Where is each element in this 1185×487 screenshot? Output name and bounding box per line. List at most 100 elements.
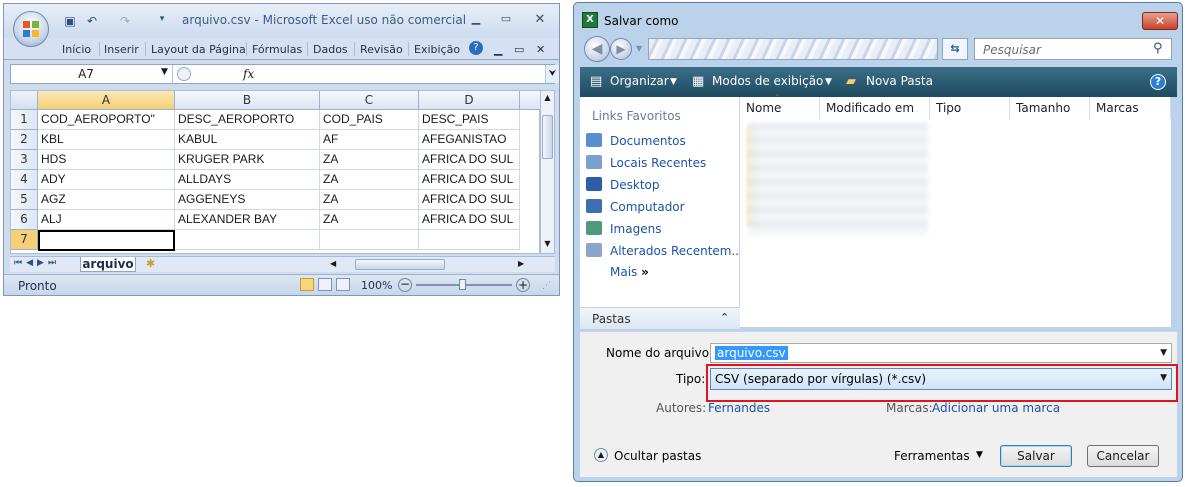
favorite-desktop[interactable]: Desktop: [586, 177, 660, 197]
column-header-c[interactable]: C: [320, 91, 419, 110]
address-bar[interactable]: [648, 38, 938, 60]
tab-inserir[interactable]: Inserir: [104, 43, 139, 56]
tab-inicio[interactable]: Início: [62, 43, 91, 56]
table-cell[interactable]: AFRICA DO SUL: [419, 210, 520, 230]
table-cell[interactable]: AFRICA DO SUL: [419, 150, 520, 170]
row-header[interactable]: 5: [11, 190, 38, 210]
row-header[interactable]: 7: [11, 230, 38, 250]
tools-button[interactable]: Ferramentas: [894, 449, 970, 463]
chevron-down-icon[interactable]: ▼: [976, 450, 983, 460]
cancel-button[interactable]: Cancelar: [1087, 445, 1159, 467]
row-header[interactable]: 3: [11, 150, 38, 170]
chevron-down-icon[interactable]: ▼: [161, 67, 168, 77]
search-input[interactable]: Pesquisar ⚲: [974, 38, 1172, 60]
help-icon[interactable]: ?: [469, 41, 483, 55]
back-button[interactable]: ◀: [584, 36, 610, 62]
favorite-documentos[interactable]: Documentos: [586, 133, 686, 153]
dialog-close-button[interactable]: ✕: [1142, 12, 1178, 30]
search-icon[interactable]: ⚲: [1153, 41, 1163, 56]
name-box[interactable]: A7 ▼: [11, 65, 173, 83]
tab-dados[interactable]: Dados: [313, 43, 348, 56]
table-cell[interactable]: ZA: [320, 190, 419, 210]
hscroll-right-icon[interactable]: ▶: [518, 259, 530, 270]
scroll-down-icon[interactable]: ▼: [542, 239, 553, 249]
ribbon-close-icon[interactable]: ✕: [536, 43, 545, 56]
filename-input[interactable]: arquivo.csv ▼: [710, 343, 1172, 363]
column-header-b[interactable]: B: [175, 91, 320, 110]
table-cell[interactable]: ZA: [320, 170, 419, 190]
table-cell[interactable]: DESC_PAIS: [419, 110, 520, 130]
organize-button[interactable]: Organizar: [610, 74, 669, 88]
select-all-corner[interactable]: [11, 91, 38, 110]
tab-layout[interactable]: Layout da Página: [151, 43, 246, 56]
minimize-button[interactable]: ▁: [466, 12, 486, 28]
zoom-out-icon[interactable]: −: [398, 278, 412, 292]
table-cell[interactable]: COD_AEROPORTO": [38, 110, 175, 130]
views-button[interactable]: Modos de exibição: [712, 74, 823, 88]
table-cell[interactable]: KRUGER PARK: [175, 150, 320, 170]
scroll-up-icon[interactable]: ▲: [542, 93, 553, 103]
column-header-a[interactable]: A: [38, 91, 175, 110]
favorite-computador[interactable]: Computador: [586, 199, 685, 219]
table-cell[interactable]: ALJ: [38, 210, 175, 230]
new-folder-button[interactable]: Nova Pasta: [866, 74, 933, 88]
chevron-up-icon[interactable]: ▲: [594, 448, 608, 462]
hide-folders-button[interactable]: Ocultar pastas: [614, 449, 701, 463]
insert-function-icon[interactable]: fx: [243, 67, 254, 81]
table-cell[interactable]: DESC_AEROPORTO: [175, 110, 320, 130]
zoom-in-icon[interactable]: +: [516, 278, 530, 292]
table-cell[interactable]: COD_PAIS: [320, 110, 419, 130]
favorite-mais[interactable]: Mais »: [610, 265, 649, 285]
favorite-alterados-recentemente[interactable]: Alterados Recentem...: [586, 243, 743, 263]
tab-exibicao[interactable]: Exibição: [414, 43, 460, 56]
table-cell[interactable]: KBL: [38, 130, 175, 150]
favorite-imagens[interactable]: Imagens: [586, 221, 661, 241]
row-header[interactable]: 1: [11, 110, 38, 130]
table-cell[interactable]: AGZ: [38, 190, 175, 210]
table-cell[interactable]: AFRICA DO SUL: [419, 170, 520, 190]
sheet-nav-icons[interactable]: ⏮◀▶⏭: [14, 258, 60, 268]
zoom-slider-thumb[interactable]: [459, 279, 466, 290]
tab-revisao[interactable]: Revisão: [360, 43, 403, 56]
maximize-button[interactable]: ▭: [496, 12, 516, 28]
scroll-thumb[interactable]: [542, 115, 553, 159]
undo-icon[interactable]: ↶: [84, 14, 100, 30]
save-icon[interactable]: ▣: [62, 14, 78, 30]
column-tamanho[interactable]: Tamanho: [1010, 97, 1090, 119]
chevron-down-icon[interactable]: ▼: [670, 77, 677, 87]
favorite-locais-recentes[interactable]: Locais Recentes: [586, 155, 706, 175]
help-icon[interactable]: ?: [1150, 74, 1166, 90]
row-header[interactable]: 2: [11, 130, 38, 150]
save-button[interactable]: Salvar: [1000, 445, 1072, 467]
formula-input[interactable]: [261, 65, 544, 83]
recent-locations-icon[interactable]: ▼: [636, 44, 642, 53]
table-cell[interactable]: ZA: [320, 210, 419, 230]
chevron-down-icon[interactable]: ▼: [1160, 348, 1167, 358]
authors-value[interactable]: Fernandes: [708, 401, 770, 415]
table-cell[interactable]: [419, 230, 520, 250]
column-header-e[interactable]: [520, 91, 541, 110]
normal-view-icon[interactable]: [300, 278, 314, 291]
chevron-down-icon[interactable]: ▼: [825, 77, 832, 87]
ribbon-restore-icon[interactable]: ▭: [514, 43, 524, 56]
expand-formula-bar-icon[interactable]: ⮟: [545, 65, 559, 83]
ribbon-minimize-icon[interactable]: ▁: [494, 43, 502, 56]
tags-value[interactable]: Adicionar uma marca: [932, 401, 1060, 415]
close-button[interactable]: ✕: [530, 12, 550, 28]
zoom-level[interactable]: 100%: [361, 279, 392, 292]
folders-toggle[interactable]: Pastas ⌃: [580, 307, 740, 329]
table-cell[interactable]: [320, 230, 419, 250]
redo-icon[interactable]: ↷: [117, 14, 133, 30]
active-cell-a7[interactable]: [38, 230, 175, 251]
vertical-scrollbar[interactable]: ▲ ▼: [540, 90, 555, 254]
row-header[interactable]: 6: [11, 210, 38, 230]
table-cell[interactable]: AGGENEYS: [175, 190, 320, 210]
chevron-up-icon[interactable]: ⌃: [720, 311, 729, 324]
hscroll-left-icon[interactable]: ◀: [330, 259, 342, 270]
table-cell[interactable]: KABUL: [175, 130, 320, 150]
table-cell[interactable]: AFRICA DO SUL: [419, 190, 520, 210]
column-marcas[interactable]: Marcas: [1090, 97, 1171, 119]
resize-grip-icon[interactable]: ⋰: [542, 281, 551, 291]
column-header-d[interactable]: D: [419, 91, 520, 110]
table-cell[interactable]: ALEXANDER BAY: [175, 210, 320, 230]
